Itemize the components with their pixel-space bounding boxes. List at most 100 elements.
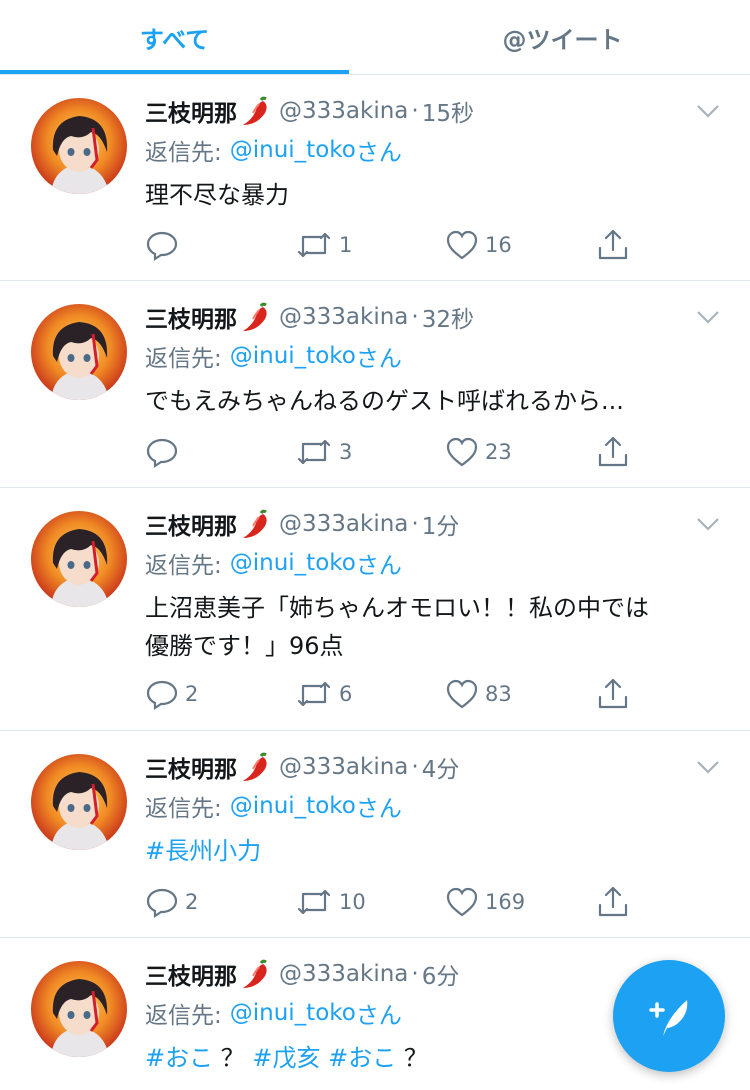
chevron-down-icon[interactable] xyxy=(696,310,720,324)
retweet-button[interactable]: 10 xyxy=(295,882,366,922)
heart-icon xyxy=(446,437,478,467)
like-count: 16 xyxy=(485,233,512,257)
share-button[interactable] xyxy=(596,882,630,922)
tab-mentions[interactable]: @ツイート xyxy=(375,0,750,74)
reply-context: 返信先: @inui_toko さん xyxy=(145,788,402,824)
tweet[interactable]: 三枝明那 @333akina · 4分 返信先: @inui_toko さん #… xyxy=(0,731,750,938)
retweet-icon xyxy=(297,439,331,465)
tweet-actions: 3 23 xyxy=(145,432,645,472)
reply-label: 返信先: xyxy=(145,796,222,822)
retweet-count: 10 xyxy=(339,890,366,914)
retweet-button[interactable]: 1 xyxy=(295,225,352,265)
like-button[interactable]: 16 xyxy=(445,225,512,265)
text-fragment: ？ xyxy=(403,1044,428,1072)
chili-pepper-icon xyxy=(239,95,273,127)
hashtag-link[interactable]: #戊亥 xyxy=(252,1044,320,1072)
chevron-down-icon[interactable] xyxy=(696,104,720,118)
reply-icon xyxy=(146,680,178,711)
hashtag-link[interactable]: #長州小力 xyxy=(145,837,261,865)
reply-to-link[interactable]: @inui_toko xyxy=(230,137,356,163)
display-name[interactable]: 三枝明那 xyxy=(145,957,237,991)
reply-icon xyxy=(146,231,178,262)
like-button[interactable]: 169 xyxy=(445,882,525,922)
chili-pepper-icon xyxy=(239,508,273,540)
user-handle: @333akina xyxy=(279,961,409,987)
reply-to-link[interactable]: @inui_toko xyxy=(230,343,356,369)
reply-button[interactable]: 2 xyxy=(145,674,198,714)
display-name[interactable]: 三枝明那 xyxy=(145,94,237,128)
like-count: 169 xyxy=(485,890,526,914)
retweet-button[interactable]: 3 xyxy=(295,432,352,472)
like-count: 23 xyxy=(485,440,512,464)
tweet-text: でもえみちゃんねるのゲスト呼ばれるから... xyxy=(145,387,624,415)
chili-pepper-icon xyxy=(239,958,273,990)
compose-tweet-button[interactable] xyxy=(613,960,725,1072)
user-handle: @333akina xyxy=(279,98,409,124)
text-fragment: ？ xyxy=(220,1044,245,1072)
chili-pepper-icon xyxy=(239,301,273,333)
share-icon xyxy=(598,886,628,917)
avatar[interactable] xyxy=(31,98,127,194)
display-name[interactable]: 三枝明那 xyxy=(145,750,237,784)
display-name[interactable]: 三枝明那 xyxy=(145,300,237,334)
share-icon xyxy=(598,229,628,260)
heart-icon xyxy=(446,230,478,260)
tweet-text: 理不尽な暴力 xyxy=(145,181,289,209)
tweet[interactable]: 三枝明那 @333akina · 15秒 返信先: @inui_toko さん … xyxy=(0,75,750,281)
tweet-text: 上沼恵美子「姉ちゃんオモロい！！私の中では 優勝です！」96点 xyxy=(145,589,715,665)
reply-suffix: さん xyxy=(355,553,402,579)
active-tab-indicator xyxy=(0,70,349,74)
reply-to-link[interactable]: @inui_toko xyxy=(230,1000,356,1026)
avatar[interactable] xyxy=(31,754,127,850)
chili-pepper-icon xyxy=(239,751,273,783)
tweet[interactable]: 三枝明那 @333akina · 32秒 返信先: @inui_toko さん … xyxy=(0,281,750,488)
avatar[interactable] xyxy=(31,304,127,400)
chevron-down-icon[interactable] xyxy=(696,517,720,531)
tweet-header: 三枝明那 @333akina · 1分 xyxy=(145,504,459,544)
hashtag-link[interactable]: #おこ xyxy=(145,1044,213,1072)
user-handle: @333akina xyxy=(279,304,409,330)
tweet-actions: 1 16 xyxy=(145,225,645,265)
tab-all[interactable]: すべて xyxy=(0,0,349,74)
retweet-icon xyxy=(297,232,331,258)
reply-button[interactable]: 2 xyxy=(145,882,198,922)
tweet-text: #長州小力 xyxy=(145,832,715,870)
reply-context: 返信先: @inui_toko さん xyxy=(145,132,402,168)
reply-label: 返信先: xyxy=(145,1003,222,1029)
timestamp: 1分 xyxy=(421,514,460,540)
reply-to-link[interactable]: @inui_toko xyxy=(230,550,356,576)
share-icon xyxy=(598,436,628,467)
separator-dot: · xyxy=(411,98,419,124)
retweet-button[interactable]: 6 xyxy=(295,674,352,714)
timestamp: 6分 xyxy=(421,964,460,990)
reply-to-link[interactable]: @inui_toko xyxy=(230,793,356,819)
user-handle: @333akina xyxy=(279,511,409,537)
hashtag-link[interactable]: #おこ xyxy=(328,1044,396,1072)
reply-suffix: さん xyxy=(355,1003,402,1029)
reply-icon xyxy=(146,438,178,469)
tweet[interactable]: 三枝明那 @333akina · 1分 返信先: @inui_toko さん 上… xyxy=(0,488,750,731)
tweet-header: 三枝明那 @333akina · 4分 xyxy=(145,747,459,787)
reply-button[interactable] xyxy=(145,432,185,472)
like-button[interactable]: 83 xyxy=(445,674,512,714)
reply-button[interactable] xyxy=(145,225,185,265)
reply-label: 返信先: xyxy=(145,553,222,579)
timestamp: 32秒 xyxy=(421,307,474,333)
chevron-down-icon[interactable] xyxy=(696,760,720,774)
tweet-header: 三枝明那 @333akina · 32秒 xyxy=(145,297,474,337)
reply-label: 返信先: xyxy=(145,346,222,372)
tweet-text-line: 上沼恵美子「姉ちゃんオモロい！！私の中では xyxy=(145,594,649,622)
heart-icon xyxy=(446,887,478,917)
share-button[interactable] xyxy=(596,225,630,265)
separator-dot: · xyxy=(411,304,419,330)
avatar[interactable] xyxy=(31,961,127,1057)
tweet-text-line: 優勝です！」96点 xyxy=(145,632,344,660)
avatar[interactable] xyxy=(31,511,127,607)
like-button[interactable]: 23 xyxy=(445,432,512,472)
reply-label: 返信先: xyxy=(145,140,222,166)
heart-icon xyxy=(446,679,478,709)
retweet-count: 3 xyxy=(339,440,353,464)
share-button[interactable] xyxy=(596,674,630,714)
share-button[interactable] xyxy=(596,432,630,472)
display-name[interactable]: 三枝明那 xyxy=(145,507,237,541)
